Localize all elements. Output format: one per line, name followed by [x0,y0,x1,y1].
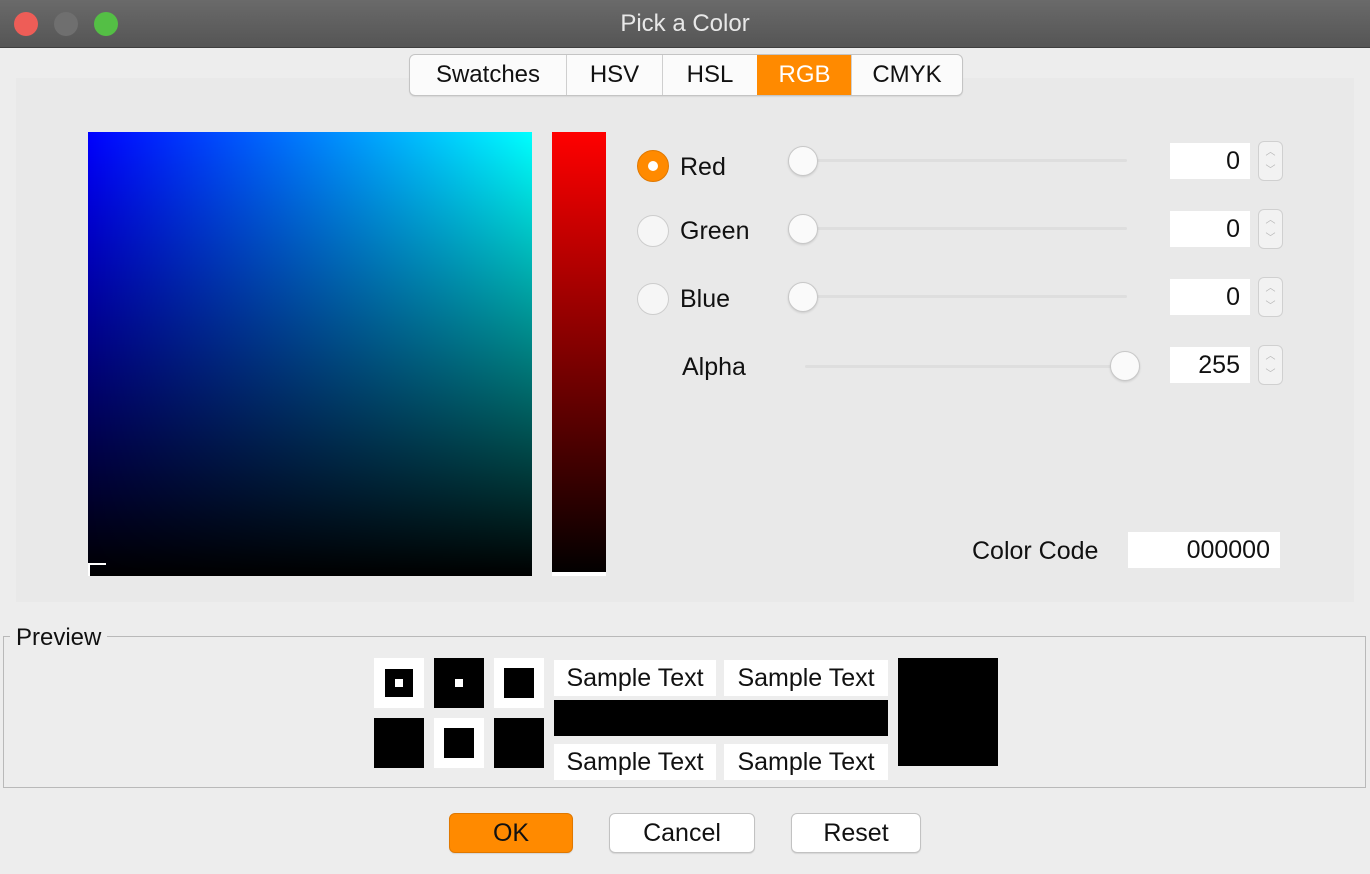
tab-hsv[interactable]: HSV [566,55,662,95]
preview-swatch [434,658,484,708]
blue-spinner[interactable]: ︿ ﹀ [1258,277,1283,317]
alpha-spinner[interactable]: ︿ ﹀ [1258,345,1283,385]
preview-swatch [434,718,484,768]
preview-swatch [374,658,424,708]
spinner-down-icon[interactable]: ﹀ [1259,234,1282,244]
blue-slider-thumb[interactable] [788,282,818,312]
spinner-down-icon[interactable]: ﹀ [1259,302,1282,312]
window-title: Pick a Color [620,10,750,37]
red-slider-thumb[interactable] [788,146,818,176]
preview-color-block [898,658,998,766]
preview-swatch [374,718,424,768]
preview-swatch [494,658,544,708]
red-channel-bar[interactable] [552,132,606,576]
spinner-down-icon[interactable]: ﹀ [1259,166,1282,176]
red-radio[interactable] [637,150,669,182]
spinner-up-icon[interactable]: ︿ [1259,352,1282,362]
preview-color-bar [554,700,888,736]
reset-button[interactable]: Reset [791,813,921,853]
red-value-field[interactable]: 0 [1170,143,1250,179]
green-value-field[interactable]: 0 [1170,211,1250,247]
spinner-up-icon[interactable]: ︿ [1259,284,1282,294]
tab-cmyk[interactable]: CMYK [851,55,962,95]
green-radio[interactable] [637,215,669,247]
alpha-slider-track[interactable] [805,365,1127,368]
tab-swatches[interactable]: Swatches [410,55,566,95]
blue-radio[interactable] [637,283,669,315]
blue-label: Blue [680,285,731,313]
red-label: Red [680,153,726,181]
red-channel-bar-marker[interactable] [552,572,606,576]
spinner-down-icon[interactable]: ﹀ [1259,370,1282,380]
ok-button[interactable]: OK [449,813,573,853]
color-code-label: Color Code [972,537,1099,565]
spinner-up-icon[interactable]: ︿ [1259,148,1282,158]
color-field-square[interactable] [88,132,532,576]
preview-title: Preview [10,624,108,652]
preview-sample-text: Sample Text [554,660,716,696]
green-spinner[interactable]: ︿ ﹀ [1258,209,1283,249]
alpha-label: Alpha [682,353,746,381]
red-slider-track[interactable] [805,159,1127,162]
preview-sample-text: Sample Text [554,744,716,780]
tab-bar: Swatches HSV HSL RGB CMYK [409,54,963,96]
blue-value-field[interactable]: 0 [1170,279,1250,315]
alpha-value-field[interactable]: 255 [1170,347,1250,383]
red-spinner[interactable]: ︿ ﹀ [1258,141,1283,181]
color-field-marker[interactable] [88,563,106,576]
title-bar: Pick a Color [0,0,1370,48]
tab-rgb[interactable]: RGB [757,55,851,95]
spinner-up-icon[interactable]: ︿ [1259,216,1282,226]
alpha-slider-thumb[interactable] [1110,351,1140,381]
green-slider-thumb[interactable] [788,214,818,244]
cancel-button[interactable]: Cancel [609,813,755,853]
color-code-field[interactable]: 000000 [1128,532,1280,568]
green-label: Green [680,217,750,245]
blue-slider-track[interactable] [805,295,1127,298]
preview-sample-text: Sample Text [724,660,888,696]
preview-swatch [494,718,544,768]
green-slider-track[interactable] [805,227,1127,230]
preview-sample-text: Sample Text [724,744,888,780]
tab-hsl[interactable]: HSL [662,55,757,95]
